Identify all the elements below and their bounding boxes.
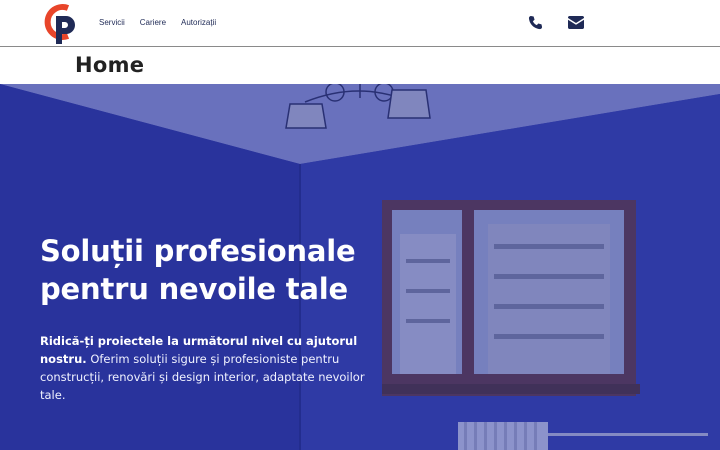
mail-icon[interactable] <box>568 16 584 29</box>
hero-heading: Soluții profesionale pentru nevoile tale <box>40 234 356 306</box>
nav-link-cariere[interactable]: Cariere <box>140 18 166 27</box>
main-nav: Servicii Cariere Autorizații <box>99 18 231 27</box>
nav-link-autorizatii[interactable]: Autorizații <box>181 18 216 27</box>
site-header: Servicii Cariere Autorizații <box>0 0 720 47</box>
phone-icon[interactable] <box>528 15 543 30</box>
hero-lead-rest: Oferim soluții sigure și profesioniste p… <box>40 352 365 402</box>
company-logo[interactable] <box>40 2 80 46</box>
hero-section: Soluții profesionale pentru nevoile tale… <box>0 84 720 450</box>
nav-link-servicii[interactable]: Servicii <box>99 18 125 27</box>
page-title-bar: Home <box>0 48 720 84</box>
page-title: Home <box>75 53 145 77</box>
hero-description: Ridică-ți proiectele la următorul nivel … <box>40 332 390 404</box>
